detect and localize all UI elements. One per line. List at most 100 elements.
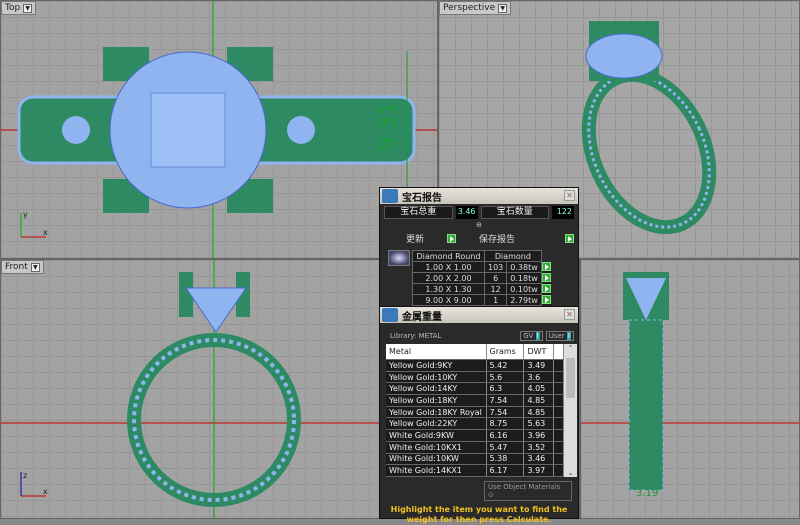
scroll-up-icon[interactable]: ⌃ — [564, 344, 577, 352]
table-row[interactable]: Yellow Gold:18KY Royal 7.54 4.85 — [386, 406, 564, 419]
collapse-icon[interactable]: ⊖ — [380, 221, 578, 230]
update-button[interactable]: 更新 — [406, 232, 444, 245]
chevron-down-icon[interactable]: ▼ — [498, 3, 508, 13]
table-row[interactable]: 1.00 X 1.00 103 0.38tw — [412, 261, 552, 273]
metal-name: Yellow Gold:9KY — [386, 359, 487, 372]
scrollbar-thumb[interactable] — [566, 358, 575, 398]
library-label: Library: METAL — [390, 332, 442, 340]
viewport-name: Top — [5, 3, 21, 13]
metal-name: White Gold:14KX1 — [386, 464, 487, 477]
metal-table: Metal Grams DWT Yellow Gold:9KY 5.42 3.49 Yel… — [386, 344, 564, 477]
table-row[interactable]: 9.00 X 9.00 1 2.79tw — [412, 294, 552, 306]
chevron-down-icon[interactable]: ▼ — [23, 3, 33, 13]
grams: 6.16 — [486, 429, 525, 442]
viewport-label[interactable]: Top ▼ — [1, 1, 37, 15]
go-icon[interactable] — [541, 272, 551, 282]
grams: 6.3 — [486, 382, 525, 396]
dwt: 3.49 — [523, 359, 554, 372]
total-weight-label: 宝石总重 — [384, 206, 453, 219]
grams: 5.47 — [486, 441, 525, 454]
hint-text: Highlight the item you want to find the … — [390, 505, 568, 524]
grams: 7.54 — [486, 406, 525, 419]
viewport-label[interactable]: Front ▼ — [1, 260, 44, 274]
metal-name: Yellow Gold:14KY — [386, 382, 487, 396]
use-object-materials-button[interactable]: Use Object Materials ⊙ — [484, 481, 572, 501]
gem-count-value: 122 — [552, 206, 574, 219]
dwt: 3.96 — [523, 429, 554, 442]
dwt: 4.85 — [523, 406, 554, 419]
dwt: 3.46 — [523, 453, 554, 466]
panel-title: 金属重量 — [402, 311, 442, 323]
table-row[interactable]: White Gold:14KX1 6.17 3.97 — [386, 464, 564, 477]
save-report-button[interactable]: 保存报告 — [459, 232, 562, 245]
metal-name: White Gold:9KW — [386, 429, 487, 442]
table-row[interactable]: 1.30 X 1.30 12 0.10tw — [412, 283, 552, 295]
scale-icon — [382, 308, 398, 322]
dwt: 3.6 — [523, 371, 554, 384]
table-row[interactable]: Yellow Gold:18KY 7.54 4.85 — [386, 394, 564, 407]
ring-right-view: 3.19 — [581, 272, 799, 499]
scrollbar[interactable]: ⌃ ⌄ — [564, 344, 577, 477]
gem-count-label: 宝石数量 — [480, 206, 549, 219]
svg-text:x: x — [43, 487, 48, 496]
table-row[interactable]: Yellow Gold:9KY 5.42 3.49 — [386, 359, 564, 372]
diamond-thumbnail — [388, 250, 410, 266]
header-shape: Diamond Round — [412, 250, 485, 262]
grams: 5.38 — [486, 453, 525, 466]
grams: 8.75 — [486, 417, 525, 431]
table-row[interactable]: Yellow Gold:22KY 8.75 5.63 — [386, 417, 564, 431]
grams: 7.54 — [486, 394, 525, 407]
panel-title: 宝石报告 — [402, 192, 442, 204]
metal-name: Yellow Gold:22KY — [386, 417, 487, 431]
viewport-name: Perspective — [443, 3, 496, 13]
panel-titlebar[interactable]: 金属重量 ✕ — [380, 307, 578, 323]
dwt: 4.85 — [523, 394, 554, 407]
go-icon[interactable] — [541, 283, 551, 293]
viewport-label[interactable]: Perspective ▼ — [439, 1, 512, 15]
table-row[interactable]: Yellow Gold:10KY 5.6 3.6 — [386, 371, 564, 384]
dwt: 4.05 — [523, 382, 554, 396]
metal-name: Yellow Gold:18KY — [386, 394, 487, 407]
gem-icon — [382, 189, 398, 203]
viewport-name: Front — [5, 262, 28, 272]
dwt: 3.97 — [523, 464, 554, 477]
metal-name: Yellow Gold:10KY — [386, 371, 487, 384]
gv-toggle[interactable]: GV I — [520, 331, 543, 341]
close-icon[interactable]: ✕ — [564, 309, 575, 320]
header-metal[interactable]: Metal — [386, 344, 487, 361]
close-icon[interactable]: ✕ — [564, 190, 575, 201]
svg-text:z: z — [23, 471, 27, 480]
table-row[interactable]: Yellow Gold:14KY 6.3 4.05 — [386, 382, 564, 396]
chevron-down-icon[interactable]: ▼ — [30, 262, 40, 272]
gem-table: Diamond Round Diamond 1.00 X 1.00 103 0.38t… — [412, 250, 552, 306]
header-grams[interactable]: Grams — [486, 344, 525, 361]
go-icon[interactable] — [541, 261, 551, 271]
dwt: 5.63 — [523, 417, 554, 431]
ring-top-view: 9.31 x y — [1, 1, 437, 258]
grams: 5.42 — [486, 359, 525, 372]
dimension-text: 9.31 — [376, 102, 401, 151]
update-go-icon[interactable] — [447, 234, 456, 243]
table-row[interactable]: 2.00 X 2.00 6 0.18tw — [412, 272, 552, 284]
viewport-top[interactable]: Top ▼ 9.31 x y — [0, 0, 438, 259]
metal-name: Yellow Gold:18KY Royal — [386, 406, 487, 419]
metal-name: White Gold:10KX1 — [386, 441, 487, 454]
viewport-right[interactable]: 3.19 — [580, 259, 800, 519]
scroll-down-icon[interactable]: ⌄ — [564, 469, 577, 477]
total-weight-value: 3.46 — [455, 206, 478, 219]
dwt: 3.52 — [523, 441, 554, 454]
svg-text:x: x — [43, 228, 48, 237]
svg-text:y: y — [23, 210, 28, 219]
save-go-icon[interactable] — [565, 234, 574, 243]
table-row[interactable]: White Gold:10KX1 5.47 3.52 — [386, 441, 564, 454]
table-row[interactable]: White Gold:9KW 6.16 3.96 — [386, 429, 564, 442]
panel-titlebar[interactable]: 宝石报告 ✕ — [380, 188, 578, 204]
user-toggle[interactable]: User I — [545, 331, 574, 341]
header-dwt[interactable]: DWT — [523, 344, 554, 361]
go-icon[interactable] — [542, 294, 552, 304]
grams: 6.17 — [486, 464, 525, 477]
metal-weight-panel: 金属重量 ✕ Library: METAL GV I User I Metal Gr… — [379, 306, 579, 524]
table-row[interactable]: White Gold:10KW 5.38 3.46 — [386, 453, 564, 466]
header-type: Diamond — [484, 250, 542, 262]
gem-report-panel: 宝石报告 ✕ 宝石总重 3.46 宝石数量 122 ⊖ 更新 保存报告 Diamond… — [379, 187, 579, 307]
